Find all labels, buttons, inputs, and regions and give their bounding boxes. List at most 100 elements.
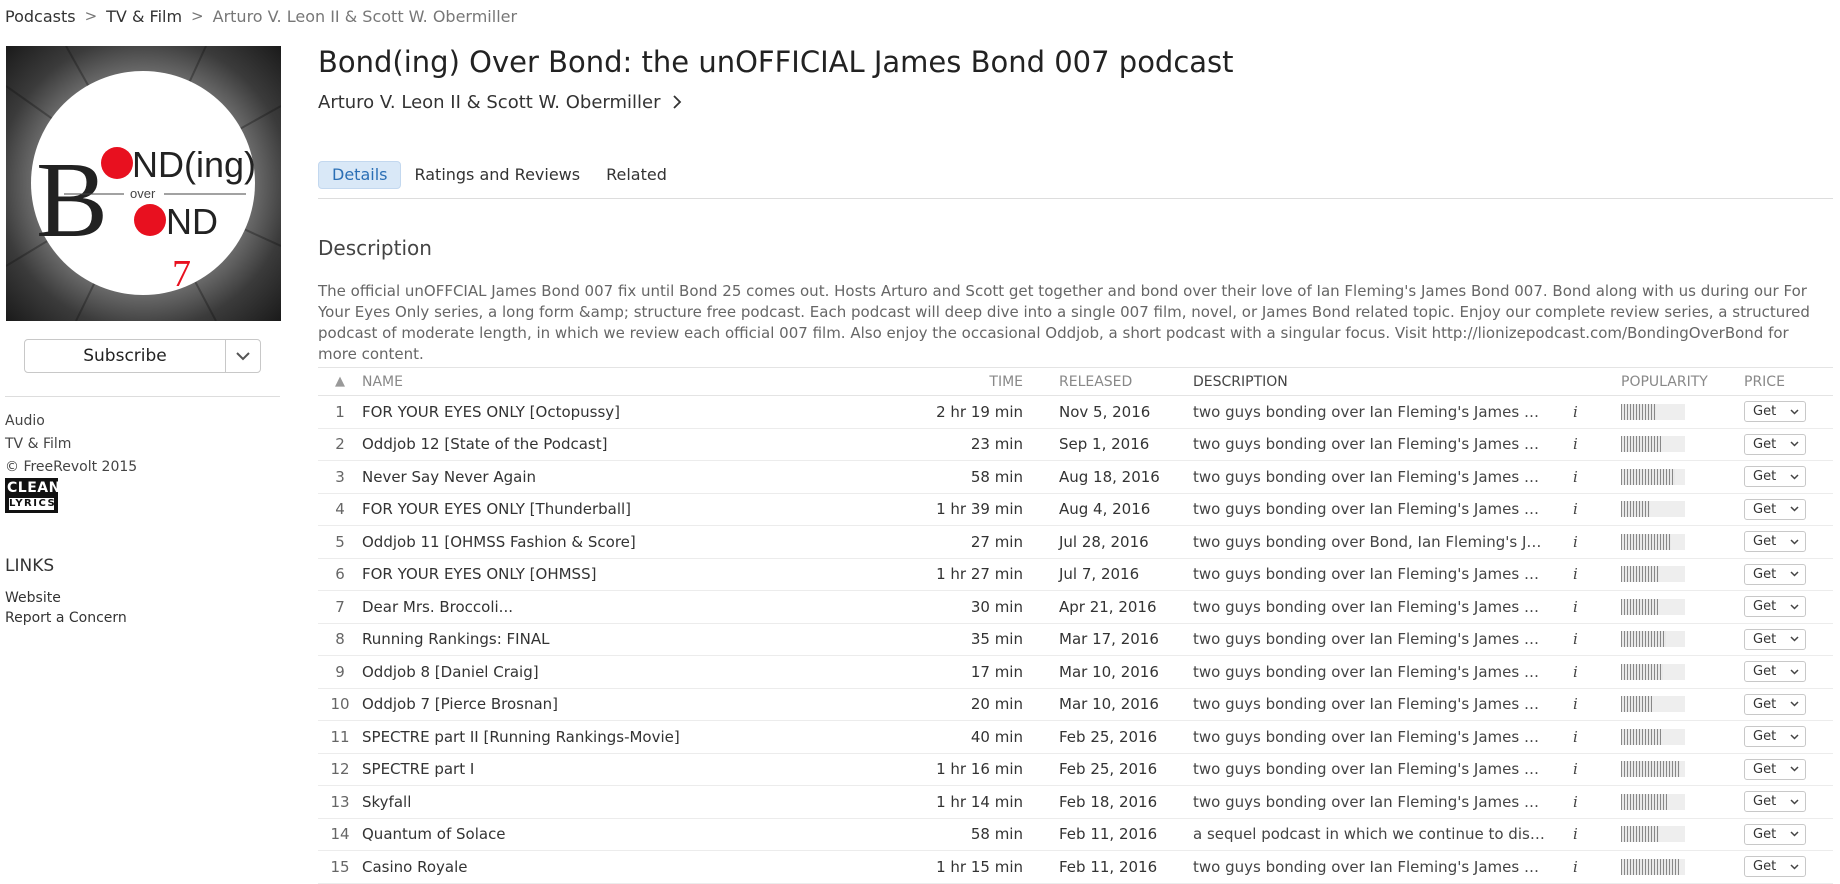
table-row[interactable]: 2 Oddjob 12 [State of the Podcast] 23 min S… [318, 429, 1833, 461]
table-row[interactable]: 13 Skyfall 1 hr 14 min Feb 18, 2016 two guys… [318, 786, 1833, 819]
episode-name[interactable]: SPECTRE part II [Running Rankings-Movie] [362, 728, 802, 746]
episode-name[interactable]: Running Rankings: FINAL [362, 630, 802, 648]
table-row[interactable]: 7 Dear Mrs. Broccoli... 30 min Apr 21, 2016… [318, 591, 1833, 624]
info-icon[interactable]: i [1549, 565, 1621, 583]
header-time[interactable]: TIME [802, 374, 1023, 390]
get-button[interactable]: Get [1744, 563, 1806, 585]
table-row[interactable]: 8 Running Rankings: FINAL 35 min Mar 17, 20… [318, 624, 1833, 656]
info-icon[interactable]: i [1549, 598, 1621, 616]
get-label[interactable]: Get [1753, 404, 1776, 419]
get-button[interactable]: Get [1744, 823, 1806, 845]
breadcrumb-tv-film[interactable]: TV & Film [106, 7, 182, 26]
episode-released: Feb 18, 2016 [1059, 792, 1158, 811]
header-popularity[interactable]: POPULARITY [1621, 374, 1744, 390]
info-icon[interactable]: i [1549, 533, 1621, 551]
table-row[interactable]: 14 Quantum of Solace 58 min Feb 11, 2016 a s… [318, 819, 1833, 851]
get-button[interactable]: Get [1744, 466, 1806, 488]
episode-name[interactable]: Quantum of Solace [362, 825, 802, 843]
episode-name[interactable]: FOR YOUR EYES ONLY [Thunderball] [362, 500, 802, 518]
table-row[interactable]: 4 FOR YOUR EYES ONLY [Thunderball] 1 hr 39… [318, 494, 1833, 526]
breadcrumb-podcasts[interactable]: Podcasts [5, 7, 76, 26]
info-icon[interactable]: i [1549, 468, 1621, 486]
table-row[interactable]: 12 SPECTRE part I 1 hr 16 min Feb 25, 2016 t… [318, 754, 1833, 786]
episode-name[interactable]: FOR YOUR EYES ONLY [Octopussy] [362, 403, 802, 421]
get-label[interactable]: Get [1753, 534, 1776, 549]
artist-link[interactable]: Arturo V. Leon II & Scott W. Obermiller [318, 92, 682, 113]
info-icon[interactable]: i [1549, 663, 1621, 681]
subscribe-label[interactable]: Subscribe [25, 340, 225, 372]
header-name[interactable]: NAME [362, 374, 802, 390]
info-icon[interactable]: i [1549, 825, 1621, 843]
get-button[interactable]: Get [1744, 596, 1806, 618]
episode-name[interactable]: FOR YOUR EYES ONLY [OHMSS] [362, 565, 802, 583]
get-label[interactable]: Get [1753, 632, 1776, 647]
info-icon[interactable]: i [1549, 500, 1621, 518]
website-link[interactable]: Website [5, 588, 127, 608]
header-description[interactable]: DESCRIPTION [1193, 374, 1549, 390]
get-label[interactable]: Get [1753, 762, 1776, 777]
artist-name[interactable]: Arturo V. Leon II & Scott W. Obermiller [318, 92, 661, 113]
get-button[interactable]: Get [1744, 791, 1806, 813]
table-row[interactable]: 15 Casino Royale 1 hr 15 min Feb 11, 2016 tw… [318, 851, 1833, 884]
table-row[interactable]: 1 FOR YOUR EYES ONLY [Octopussy] 2 hr 19 m… [318, 396, 1833, 429]
info-icon[interactable]: i [1549, 793, 1621, 811]
info-icon[interactable]: i [1549, 630, 1621, 648]
get-button[interactable]: Get [1744, 433, 1806, 455]
get-button[interactable]: Get [1744, 661, 1806, 683]
tab-related[interactable]: Related [593, 162, 680, 188]
episode-name[interactable]: Skyfall [362, 793, 802, 811]
subscribe-button[interactable]: Subscribe [24, 339, 261, 373]
breadcrumb-artist[interactable]: Arturo V. Leon II & Scott W. Obermiller [213, 7, 517, 26]
report-concern-link[interactable]: Report a Concern [5, 608, 127, 628]
info-icon[interactable]: i [1549, 760, 1621, 778]
info-icon[interactable]: i [1549, 695, 1621, 713]
get-button[interactable]: Get [1744, 531, 1806, 553]
get-label[interactable]: Get [1753, 729, 1776, 744]
get-label[interactable]: Get [1753, 827, 1776, 842]
episode-name[interactable]: Oddjob 7 [Pierce Brosnan] [362, 695, 802, 713]
table-row[interactable]: 9 Oddjob 8 [Daniel Craig] 17 min Mar 10, 20… [318, 656, 1833, 689]
episode-number: 2 [335, 435, 345, 454]
get-button[interactable]: Get [1744, 628, 1806, 650]
price-cell: Get [1744, 498, 1811, 520]
episode-name[interactable]: Casino Royale [362, 858, 802, 876]
meta-genre[interactable]: TV & Film [5, 433, 137, 456]
table-row[interactable]: 5 Oddjob 11 [OHMSS Fashion & Score] 27 min… [318, 526, 1833, 559]
header-released[interactable]: RELEASED [1023, 374, 1193, 390]
episode-name[interactable]: Oddjob 11 [OHMSS Fashion & Score] [362, 533, 802, 551]
get-label[interactable]: Get [1753, 502, 1776, 517]
get-label[interactable]: Get [1753, 437, 1776, 452]
episode-name[interactable]: Dear Mrs. Broccoli... [362, 598, 802, 616]
price-cell: Get [1744, 466, 1811, 488]
get-button[interactable]: Get [1744, 498, 1806, 520]
episode-name[interactable]: Oddjob 8 [Daniel Craig] [362, 663, 802, 681]
episode-name[interactable]: Never Say Never Again [362, 468, 802, 486]
table-row[interactable]: 10 Oddjob 7 [Pierce Brosnan] 20 min Mar 10,… [318, 689, 1833, 721]
get-button[interactable]: Get [1744, 726, 1806, 748]
subscribe-dropdown-button[interactable] [225, 340, 260, 372]
get-button[interactable]: Get [1744, 856, 1806, 878]
info-icon[interactable]: i [1549, 435, 1621, 453]
episode-name[interactable]: Oddjob 12 [State of the Podcast] [362, 435, 802, 453]
get-label[interactable]: Get [1753, 697, 1776, 712]
table-row[interactable]: 3 Never Say Never Again 58 min Aug 18, 2016… [318, 461, 1833, 494]
get-label[interactable]: Get [1753, 664, 1776, 679]
get-label[interactable]: Get [1753, 469, 1776, 484]
tab-details[interactable]: Details [318, 161, 402, 189]
get-label[interactable]: Get [1753, 599, 1776, 614]
get-button[interactable]: Get [1744, 693, 1806, 715]
get-button[interactable]: Get [1744, 401, 1806, 423]
get-label[interactable]: Get [1753, 794, 1776, 809]
table-row[interactable]: 11 SPECTRE part II [Running Rankings-Movi… [318, 721, 1833, 754]
info-icon[interactable]: i [1549, 728, 1621, 746]
tab-ratings-reviews[interactable]: Ratings and Reviews [401, 162, 593, 188]
info-icon[interactable]: i [1549, 858, 1621, 876]
get-button[interactable]: Get [1744, 758, 1806, 780]
get-label[interactable]: Get [1753, 567, 1776, 582]
header-price[interactable]: PRICE [1744, 374, 1811, 390]
get-label[interactable]: Get [1753, 859, 1776, 874]
table-row[interactable]: 6 FOR YOUR EYES ONLY [OHMSS] 1 hr 27 min Ju… [318, 559, 1833, 591]
info-icon[interactable]: i [1549, 403, 1621, 421]
sort-ascending-icon[interactable]: ▲ [318, 374, 362, 389]
episode-name[interactable]: SPECTRE part I [362, 760, 802, 778]
